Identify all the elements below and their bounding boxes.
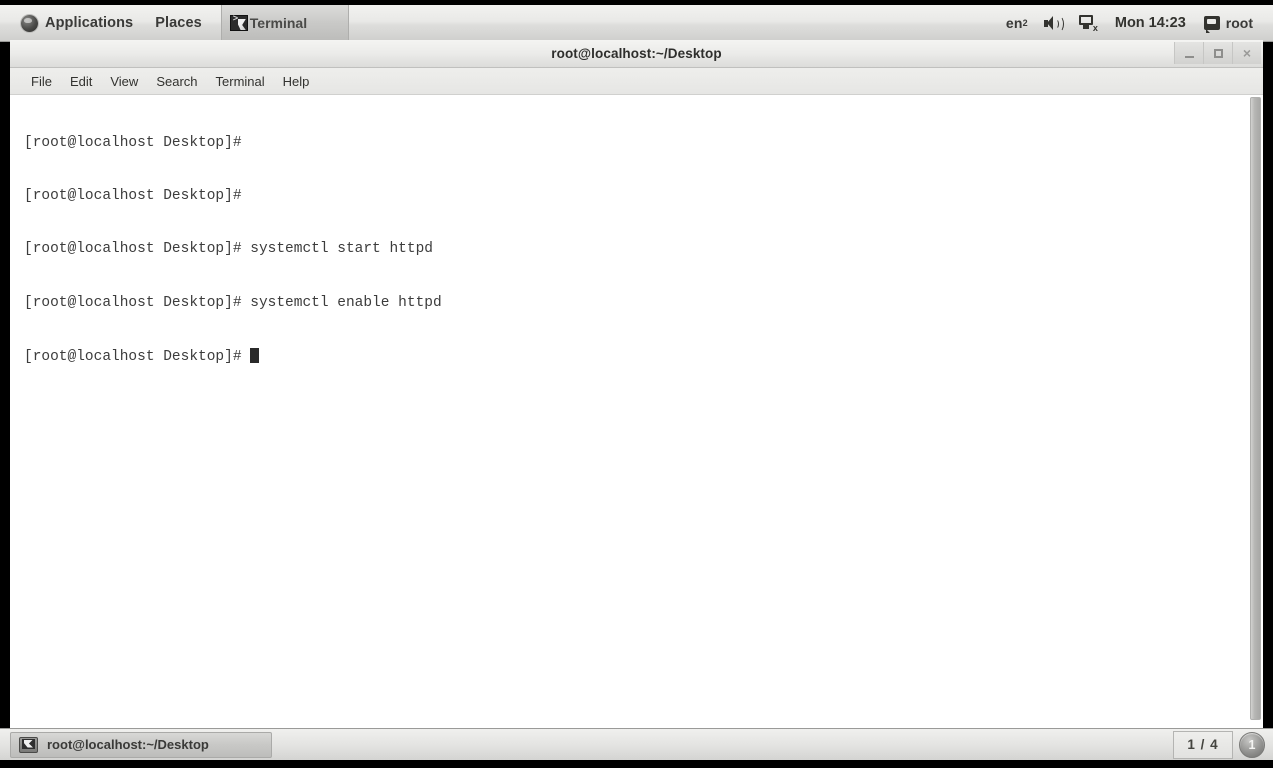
volume-tray-button[interactable]: [1036, 5, 1071, 41]
menu-edit[interactable]: Edit: [61, 72, 101, 91]
gnome-logo-icon: [21, 14, 38, 32]
places-menu-label: Places: [155, 15, 202, 31]
bottom-panel: root@localhost:~/Desktop 1 / 4 1: [0, 728, 1273, 768]
terminal-scrollbar-thumb[interactable]: [1250, 97, 1261, 720]
user-chat-icon: [1203, 16, 1220, 33]
window-titlebar[interactable]: root@localhost:~/Desktop ×: [10, 40, 1263, 68]
terminal-icon: [229, 14, 248, 31]
top-panel: Applications Places Terminal en2: [0, 0, 1273, 42]
clock[interactable]: Mon 14:23: [1105, 5, 1196, 41]
taskbar: root@localhost:~/Desktop: [10, 731, 272, 758]
close-button[interactable]: ×: [1232, 42, 1261, 64]
maximize-icon: [1213, 48, 1223, 58]
window-list-button-label: Terminal: [249, 15, 308, 31]
window-title: root@localhost:~/Desktop: [551, 46, 722, 61]
network-tray-button[interactable]: x: [1071, 5, 1105, 41]
terminal-line: [root@localhost Desktop]# systemctl star…: [24, 241, 433, 258]
keyboard-layout-indicator[interactable]: en 2: [998, 5, 1036, 41]
menu-view[interactable]: View: [101, 72, 147, 91]
terminal-window: root@localhost:~/Desktop × File Edit Vie…: [10, 40, 1263, 728]
minimize-button[interactable]: [1174, 42, 1203, 64]
menu-file[interactable]: File: [22, 72, 61, 91]
menu-help[interactable]: Help: [274, 72, 319, 91]
workspace-badge[interactable]: 1: [1239, 731, 1265, 758]
user-menu[interactable]: root: [1196, 5, 1261, 41]
taskbar-item-terminal[interactable]: root@localhost:~/Desktop: [10, 731, 272, 758]
terminal-prompt: [root@localhost Desktop]#: [24, 349, 251, 366]
minimize-icon: [1184, 55, 1194, 58]
terminal-cursor: [250, 348, 259, 364]
desktop-screen: Applications Places Terminal en2: [0, 0, 1273, 768]
terminal-line: [root@localhost Desktop]#: [24, 187, 242, 204]
system-tray: en 2 x Mon 14:23 root: [998, 5, 1273, 41]
terminal-icon: [19, 736, 38, 753]
menu-terminal[interactable]: Terminal: [207, 72, 274, 91]
workspace-switcher[interactable]: 1 / 4: [1173, 730, 1233, 759]
close-icon: ×: [1242, 45, 1252, 61]
terminal-line: [root@localhost Desktop]# systemctl enab…: [24, 294, 442, 311]
network-disconnected-icon: x: [1078, 15, 1098, 33]
window-list-button-terminal[interactable]: Terminal: [220, 5, 349, 41]
keyboard-layout-label: en: [1005, 15, 1023, 31]
terminal-prompt-line: [root@localhost Desktop]#: [24, 348, 1247, 366]
menu-search[interactable]: Search: [147, 72, 206, 91]
taskbar-item-label: root@localhost:~/Desktop: [47, 737, 209, 752]
terminal-line: [root@localhost Desktop]#: [24, 134, 242, 151]
terminal-body[interactable]: [root@localhost Desktop]# [root@localhos…: [10, 95, 1263, 728]
user-menu-label: root: [1225, 15, 1253, 31]
maximize-button[interactable]: [1203, 42, 1232, 64]
places-menu[interactable]: Places: [144, 5, 213, 41]
top-panel-left: Applications Places: [10, 5, 213, 41]
menubar: File Edit View Search Terminal Help: [10, 68, 1263, 95]
applications-menu-label: Applications: [45, 15, 134, 31]
bottom-panel-right: 1 / 4 1: [1173, 730, 1273, 759]
applications-menu[interactable]: Applications: [10, 5, 144, 41]
keyboard-layout-index: 2: [1022, 18, 1028, 28]
window-controls: ×: [1174, 42, 1261, 64]
speaker-icon: [1043, 15, 1065, 32]
terminal-scrollbar[interactable]: [1247, 95, 1263, 728]
window-list: Terminal: [220, 5, 349, 41]
terminal-output[interactable]: [root@localhost Desktop]# [root@localhos…: [10, 95, 1247, 728]
